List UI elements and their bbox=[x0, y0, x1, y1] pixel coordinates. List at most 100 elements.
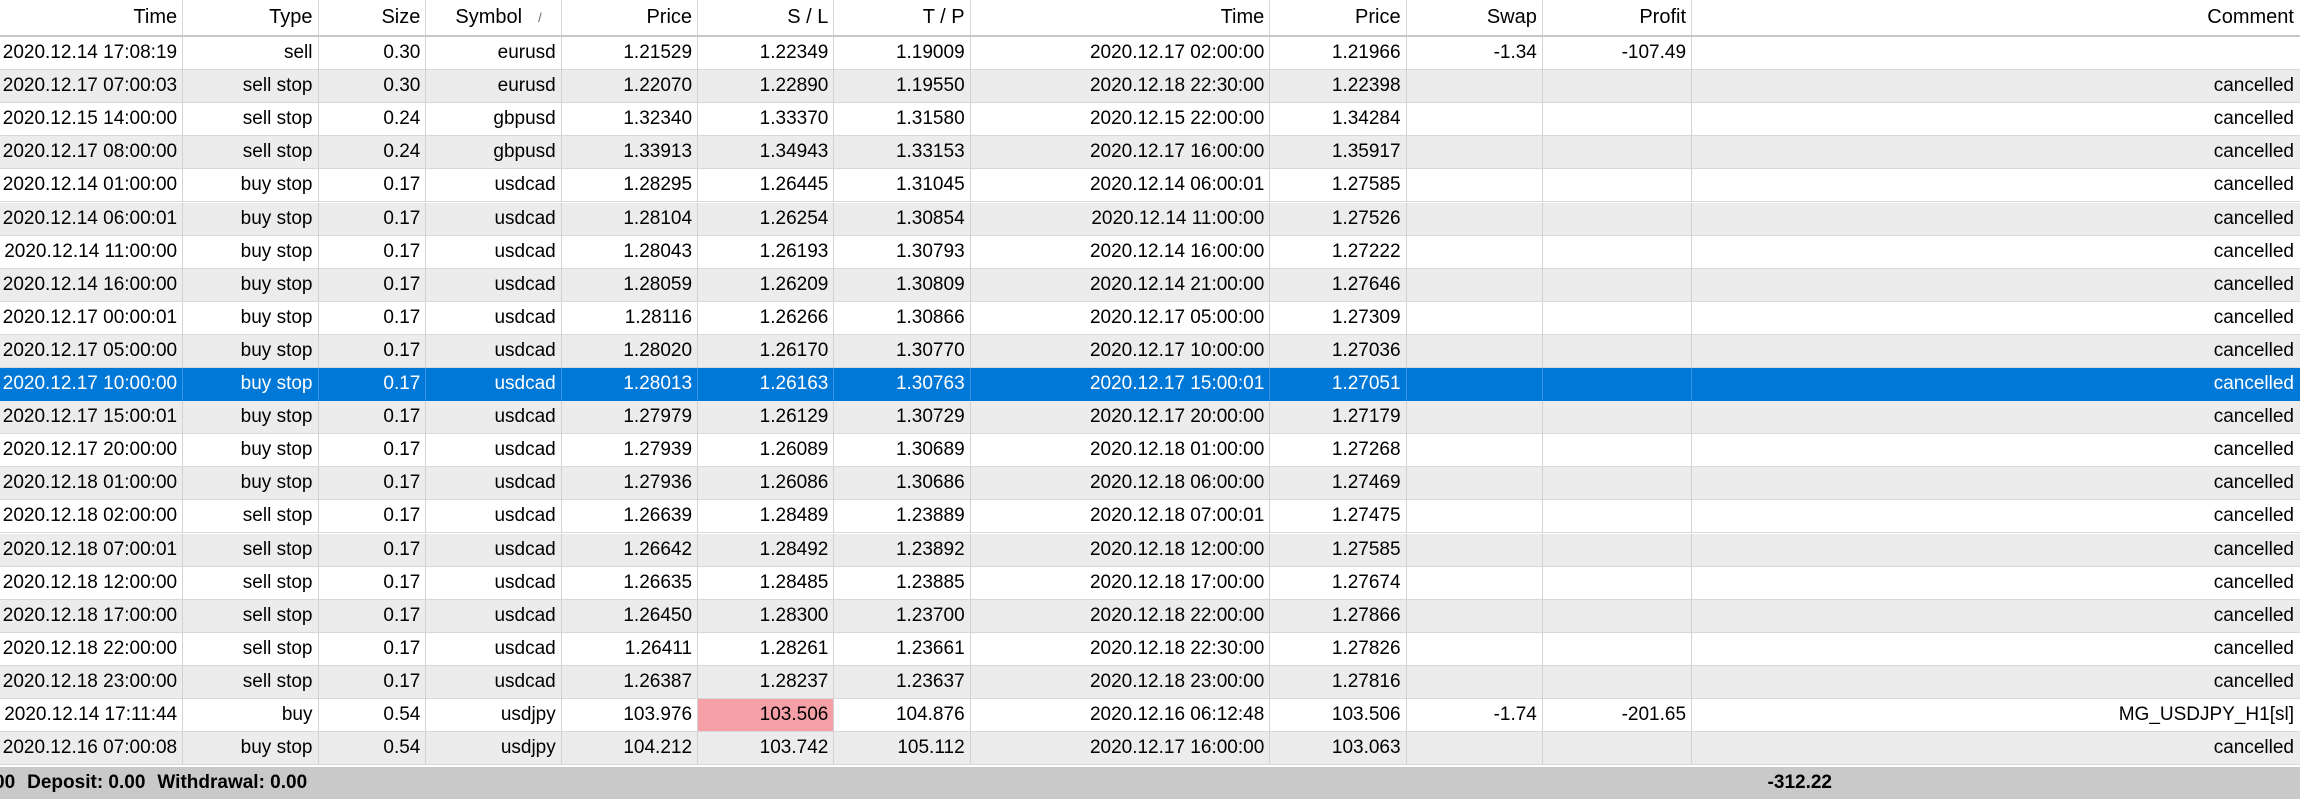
table-row[interactable]: 2020.12.16 07:00:08 buy stop 0.54 usdjpy 104… bbox=[0, 732, 2300, 766]
table-row[interactable]: 2020.12.17 05:00:00 buy stop 0.17 usdcad 1.2… bbox=[0, 334, 2300, 368]
cell-swap bbox=[1406, 500, 1543, 534]
cell-close-time: 2020.12.17 20:00:00 bbox=[970, 401, 1271, 435]
cell-open-time: 2020.12.14 16:00:00 bbox=[0, 268, 184, 302]
cell-close-time: 2020.12.15 22:00:00 bbox=[970, 103, 1271, 137]
cell-type: buy bbox=[183, 699, 319, 732]
cell-comment: cancelled bbox=[1692, 368, 2300, 401]
column-header-comment[interactable]: Comment bbox=[1692, 0, 2300, 35]
table-row[interactable]: 2020.12.17 10:00:00 buy stop 0.17 usdcad 1.2… bbox=[0, 368, 2300, 401]
column-header-size[interactable]: Size bbox=[319, 0, 427, 35]
cell-open-time: 2020.12.17 15:00:01 bbox=[0, 401, 184, 435]
cell-take-profit: 1.31045 bbox=[834, 169, 971, 203]
cell-size: 0.24 bbox=[318, 136, 427, 170]
cell-stop-loss: 1.28237 bbox=[698, 665, 835, 699]
cell-comment: cancelled bbox=[1692, 434, 2300, 468]
column-header-price[interactable]: Price bbox=[562, 0, 699, 35]
cell-close-time: 2020.12.18 22:30:00 bbox=[970, 70, 1271, 104]
table-row[interactable]: 2020.12.17 07:00:03 sell stop 0.30 eurusd 1.… bbox=[0, 70, 2300, 104]
cell-open-time: 2020.12.18 07:00:01 bbox=[0, 533, 184, 567]
cell-open-time: 2020.12.14 01:00:00 bbox=[0, 169, 184, 203]
column-header-symbol[interactable]: Symbol / bbox=[426, 0, 562, 35]
table-row[interactable]: 2020.12.14 17:08:19 sell 0.30 eurusd 1.21529… bbox=[0, 37, 2300, 70]
cell-close-price: 1.27222 bbox=[1270, 235, 1407, 269]
cell-type: buy stop bbox=[183, 401, 319, 435]
column-header-close-price[interactable]: Price bbox=[1270, 0, 1407, 35]
cell-profit bbox=[1542, 268, 1693, 302]
cell-symbol: usdcad bbox=[426, 301, 562, 335]
column-header-time[interactable]: Time bbox=[0, 0, 184, 35]
cell-price: 1.26411 bbox=[561, 632, 699, 666]
cell-close-price: 1.27816 bbox=[1270, 665, 1407, 699]
cell-comment: MG_USDJPY_H1[sl] bbox=[1692, 699, 2300, 732]
table-row[interactable]: 2020.12.14 01:00:00 buy stop 0.17 usdcad 1.2… bbox=[0, 169, 2300, 203]
summary-total-profit: -312.22 bbox=[1767, 772, 1832, 793]
cell-price: 1.26387 bbox=[561, 665, 699, 699]
cell-profit bbox=[1542, 169, 1693, 203]
cell-stop-loss: 1.26266 bbox=[698, 301, 835, 335]
column-header-close-time[interactable]: Time bbox=[971, 0, 1271, 35]
column-header-profit[interactable]: Profit bbox=[1543, 0, 1693, 35]
cell-stop-loss: 1.28261 bbox=[698, 632, 835, 666]
cell-comment: cancelled bbox=[1692, 136, 2300, 170]
table-row[interactable]: 2020.12.14 16:00:00 buy stop 0.17 usdcad 1.2… bbox=[0, 268, 2300, 302]
table-row[interactable]: 2020.12.15 14:00:00 sell stop 0.24 gbpusd 1.… bbox=[0, 103, 2300, 137]
cell-swap bbox=[1406, 632, 1543, 666]
cell-open-time: 2020.12.18 12:00:00 bbox=[0, 566, 184, 600]
cell-profit bbox=[1542, 732, 1693, 766]
table-row[interactable]: 2020.12.18 01:00:00 buy stop 0.17 usdcad 1.2… bbox=[0, 467, 2300, 501]
cell-open-time: 2020.12.18 01:00:00 bbox=[0, 467, 184, 501]
cell-close-time: 2020.12.18 17:00:00 bbox=[970, 566, 1271, 600]
cell-size: 0.17 bbox=[318, 401, 427, 435]
cell-price: 1.28295 bbox=[561, 169, 699, 203]
cell-profit: -201.65 bbox=[1542, 699, 1693, 732]
cell-type: buy stop bbox=[183, 202, 319, 236]
column-header-take-profit[interactable]: T / P bbox=[834, 0, 971, 35]
cell-comment: cancelled bbox=[1692, 335, 2300, 368]
table-row[interactable]: 2020.12.17 08:00:00 sell stop 0.24 gbpusd 1.… bbox=[0, 136, 2300, 170]
cell-size: 0.17 bbox=[318, 334, 427, 368]
cell-symbol: usdcad bbox=[426, 169, 562, 203]
cell-stop-loss: 103.742 bbox=[698, 732, 835, 766]
cell-type: buy stop bbox=[183, 368, 319, 401]
cell-type: buy stop bbox=[183, 334, 319, 368]
cell-symbol: usdcad bbox=[426, 368, 562, 401]
table-row[interactable]: 2020.12.17 20:00:00 buy stop 0.17 usdcad 1.2… bbox=[0, 434, 2300, 468]
cell-swap bbox=[1406, 169, 1543, 203]
table-row[interactable]: 2020.12.18 17:00:00 sell stop 0.17 usdcad 1.… bbox=[0, 599, 2300, 633]
table-row[interactable]: 2020.12.18 12:00:00 sell stop 0.17 usdcad 1.… bbox=[0, 566, 2300, 600]
column-header-stop-loss[interactable]: S / L bbox=[698, 0, 835, 35]
cell-symbol: usdcad bbox=[426, 599, 562, 633]
cell-profit bbox=[1542, 202, 1693, 236]
table-row[interactable]: 2020.12.14 06:00:01 buy stop 0.17 usdcad 1.2… bbox=[0, 202, 2300, 236]
column-header-symbol-label: Symbol bbox=[455, 6, 523, 28]
cell-close-time: 2020.12.18 22:30:00 bbox=[970, 632, 1271, 666]
cell-close-time: 2020.12.17 02:00:00 bbox=[970, 37, 1271, 70]
cell-close-time: 2020.12.17 05:00:00 bbox=[970, 301, 1271, 335]
cell-swap bbox=[1406, 301, 1543, 335]
cell-swap: -1.74 bbox=[1406, 699, 1543, 732]
column-header-type[interactable]: Type bbox=[183, 0, 319, 35]
table-row[interactable]: 2020.12.18 02:00:00 sell stop 0.17 usdcad 1.… bbox=[0, 500, 2300, 534]
cell-size: 0.17 bbox=[318, 599, 427, 633]
table-row[interactable]: 2020.12.17 15:00:01 buy stop 0.17 usdcad 1.2… bbox=[0, 401, 2300, 435]
table-row[interactable]: 2020.12.14 11:00:00 buy stop 0.17 usdcad 1.2… bbox=[0, 235, 2300, 269]
cell-comment: cancelled bbox=[1692, 732, 2300, 766]
cell-price: 1.26450 bbox=[561, 599, 699, 633]
cell-size: 0.17 bbox=[318, 434, 427, 468]
table-row[interactable]: 2020.12.18 22:00:00 sell stop 0.17 usdcad 1.… bbox=[0, 632, 2300, 666]
table-row[interactable]: 2020.12.17 00:00:01 buy stop 0.17 usdcad 1.2… bbox=[0, 301, 2300, 335]
column-header-swap[interactable]: Swap bbox=[1407, 0, 1543, 35]
cell-close-time: 2020.12.14 06:00:01 bbox=[970, 169, 1271, 203]
cell-close-time: 2020.12.17 10:00:00 bbox=[970, 334, 1271, 368]
cell-stop-loss: 1.26129 bbox=[698, 401, 835, 435]
cell-swap bbox=[1406, 467, 1543, 501]
cell-symbol: usdcad bbox=[426, 467, 562, 501]
cell-comment: cancelled bbox=[1692, 70, 2300, 104]
cell-close-time: 2020.12.18 07:00:01 bbox=[970, 500, 1271, 534]
cell-type: sell bbox=[183, 37, 319, 70]
table-row[interactable]: 2020.12.18 07:00:01 sell stop 0.17 usdcad 1.… bbox=[0, 533, 2300, 567]
cell-symbol: eurusd bbox=[426, 37, 562, 70]
table-row[interactable]: 2020.12.14 17:11:44 buy 0.54 usdjpy 103.976 1… bbox=[0, 699, 2300, 732]
table-row[interactable]: 2020.12.18 23:00:00 sell stop 0.17 usdcad 1.… bbox=[0, 665, 2300, 699]
cell-close-price: 1.21966 bbox=[1270, 37, 1407, 70]
